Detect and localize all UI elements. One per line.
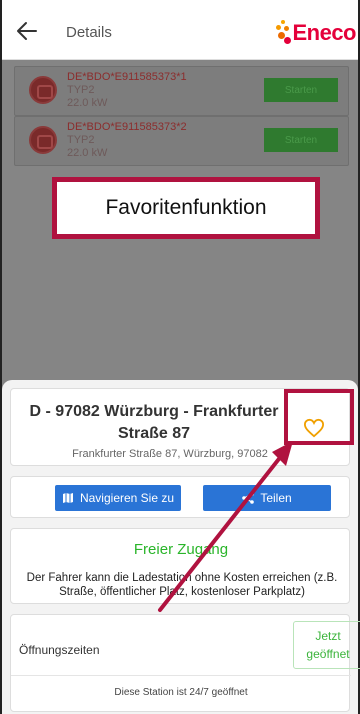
connector-icon [29,126,57,154]
station-address-subtitle: Frankfurter Straße 87, Würzburg, 97082 [72,448,268,460]
share-label: Teilen [260,491,292,505]
logo-dots-icon [275,20,292,46]
access-description: Der Fahrer kann die Ladestation ohne Kos… [26,572,338,598]
start-button[interactable]: Starten [264,128,338,152]
actions-card: Navigieren Sie zu Teilen [10,476,350,518]
station-power: 22.0 kW [67,147,108,159]
open-badge-line1: Jetzt [315,629,341,643]
app-header: Details Eneco [2,0,358,60]
page-title: Details [66,24,112,41]
favorite-function-callout: Favoritenfunktion [52,177,320,239]
station-id: DE*BDO*E911585373*1 [67,71,187,83]
opening-hours-note: Diese Station ist 24/7 geöffnet [114,687,248,698]
share-button[interactable]: Teilen [203,485,331,511]
station-type: TYP2 [67,134,95,146]
station-address-title: D - 97082 Würzburg - Frankfurter Straße … [29,403,279,442]
heart-outline-icon[interactable] [303,418,325,438]
station-row: DE*BDO*E911585373*1 TYP2 22.0 kW Starten [14,66,349,116]
open-badge-line2: geöffnet [306,647,350,661]
arrow-left-icon[interactable] [16,20,38,42]
opening-hours-card: Öffnungszeiten Jetzt geöffnet Diese Stat… [10,614,360,712]
map-icon [62,493,73,503]
share-icon [242,492,255,504]
navigate-button[interactable]: Navigieren Sie zu [55,485,181,511]
station-id: DE*BDO*E911585373*2 [67,121,187,133]
access-card: Freier Zugang Der Fahrer kann die Ladest… [10,528,350,604]
eneco-logo: Eneco [275,18,356,48]
open-now-badge: Jetzt geöffnet [293,621,360,669]
station-row: DE*BDO*E911585373*2 TYP2 22.0 kW Starten [14,116,349,166]
logo-text: Eneco [292,20,356,45]
access-title: Freier Zugang [133,541,229,558]
station-type: TYP2 [67,84,95,96]
station-power: 22.0 kW [67,97,108,109]
connector-icon [29,76,57,104]
navigate-label: Navigieren Sie zu [79,491,175,505]
opening-hours-label: Öffnungszeiten [19,643,100,657]
start-button[interactable]: Starten [264,78,338,102]
divider [11,675,351,676]
